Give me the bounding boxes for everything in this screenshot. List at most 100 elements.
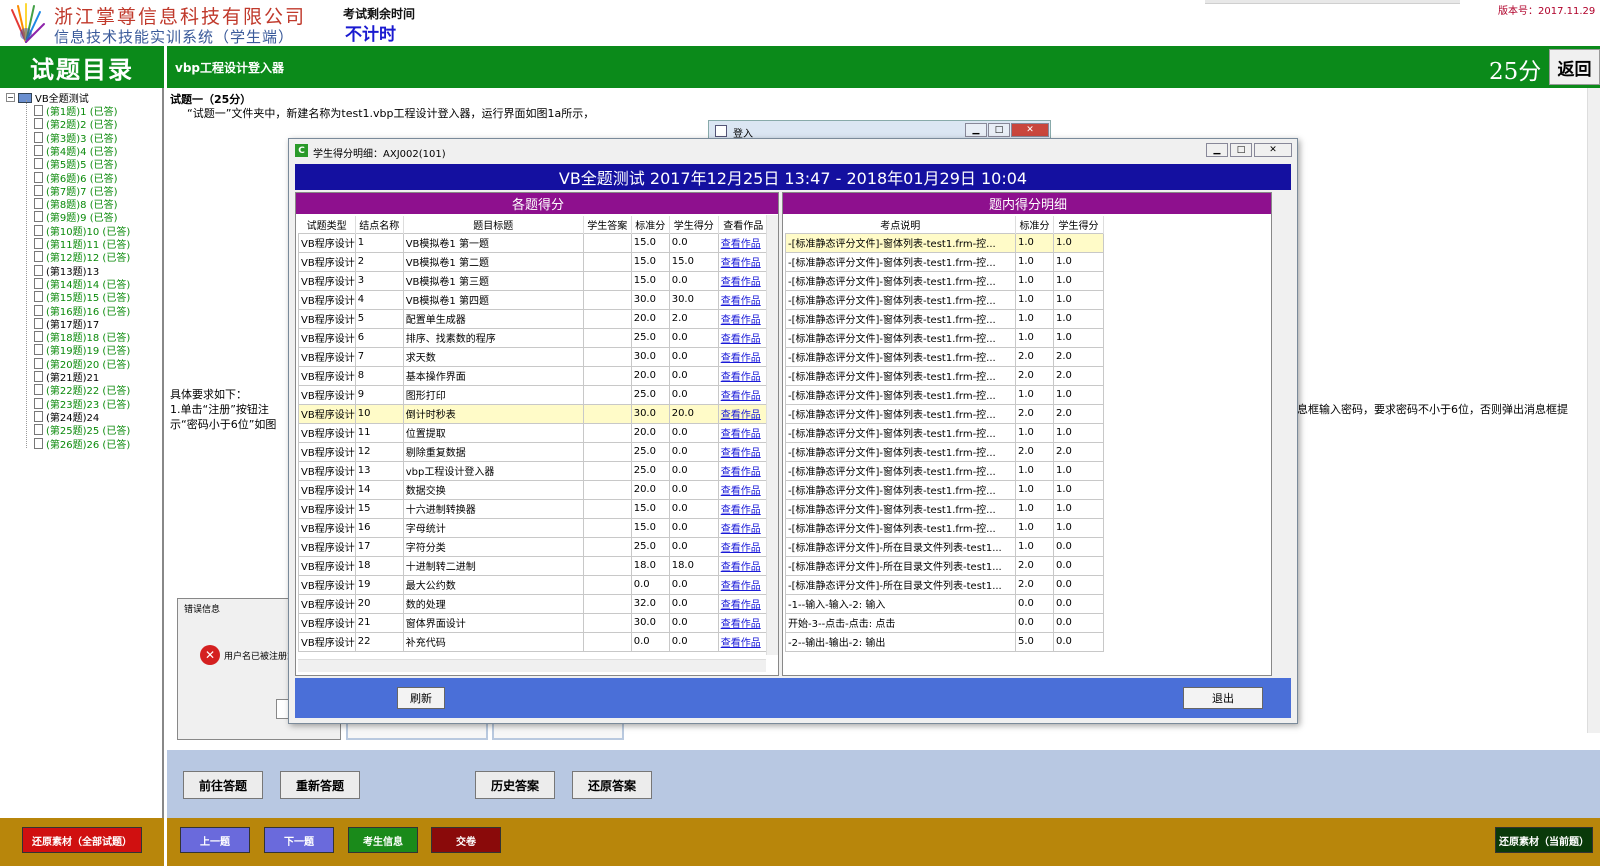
restore-current-button[interactable]: 还原素材（当前题） <box>1495 827 1593 853</box>
table-row[interactable]: -[标准静态评分文件]-窗体列表-test1.frm-控... 1.0 1.0 <box>785 251 1104 272</box>
horizontal-scrollbar[interactable] <box>298 659 766 672</box>
column-header[interactable]: 考点说明 <box>785 216 1016 233</box>
goto-answer-button[interactable]: 前往答题 <box>183 771 263 799</box>
prev-question-button[interactable]: 上一题 <box>180 827 250 853</box>
maximize-button[interactable]: □ <box>988 123 1010 137</box>
table-row[interactable]: -[标准静态评分文件]-所在目录文件列表-test1... 2.0 0.0 <box>785 574 1104 595</box>
exit-button[interactable]: 退出 <box>1183 687 1263 709</box>
table-row[interactable]: VB程序设计 7 求天数 30.0 0.0 查看作品 <box>298 346 769 367</box>
minimize-button[interactable]: ▁ <box>965 123 987 137</box>
view-work-link[interactable]: 查看作品 <box>717 517 769 538</box>
view-work-link[interactable]: 查看作品 <box>717 270 769 291</box>
column-header[interactable]: 结点名称 <box>355 216 404 233</box>
table-row[interactable]: -[标准静态评分文件]-窗体列表-test1.frm-控... 1.0 1.0 <box>785 384 1104 405</box>
table-row[interactable]: -2--输出-输出-2: 输出 5.0 0.0 <box>785 631 1104 652</box>
view-work-link[interactable]: 查看作品 <box>717 479 769 500</box>
table-row[interactable]: -[标准静态评分文件]-窗体列表-test1.frm-控... 1.0 1.0 <box>785 270 1104 291</box>
table-row[interactable]: -[标准静态评分文件]-窗体列表-test1.frm-控... 1.0 1.0 <box>785 460 1104 481</box>
table-row[interactable]: VB程序设计 5 配置单生成器 20.0 2.0 查看作品 <box>298 308 769 329</box>
tree-collapse-icon[interactable]: − <box>6 93 15 102</box>
table-row[interactable]: VB程序设计 21 窗体界面设计 30.0 0.0 查看作品 <box>298 612 769 633</box>
view-work-link[interactable]: 查看作品 <box>717 327 769 348</box>
column-header[interactable]: 题目标题 <box>403 216 584 233</box>
table-row[interactable]: VB程序设计 11 位置提取 20.0 0.0 查看作品 <box>298 422 769 443</box>
close-button[interactable]: ✕ <box>1011 123 1049 137</box>
vertical-scrollbar[interactable] <box>766 215 778 655</box>
table-row[interactable]: -[标准静态评分文件]-所在目录文件列表-test1... 2.0 0.0 <box>785 555 1104 576</box>
table-row[interactable]: VB程序设计 2 VB模拟卷1 第二题 15.0 15.0 查看作品 <box>298 251 769 272</box>
reanswer-button[interactable]: 重新答题 <box>280 771 360 799</box>
view-work-link[interactable]: 查看作品 <box>717 403 769 424</box>
table-row[interactable]: VB程序设计 18 十进制转二进制 18.0 18.0 查看作品 <box>298 555 769 576</box>
restore-all-button[interactable]: 还原素材（全部试题） <box>22 827 142 853</box>
back-button[interactable]: 返回 <box>1549 49 1600 85</box>
maximize-button[interactable]: □ <box>1230 143 1252 157</box>
view-work-link[interactable]: 查看作品 <box>717 251 769 272</box>
table-row[interactable]: VB程序设计 13 vbp工程设计登入器 25.0 0.0 查看作品 <box>298 460 769 481</box>
table-row[interactable]: -[标准静态评分文件]-窗体列表-test1.frm-控... 1.0 1.0 <box>785 232 1104 253</box>
table-row[interactable]: VB程序设计 4 VB模拟卷1 第四题 30.0 30.0 查看作品 <box>298 289 769 310</box>
table-row[interactable]: -[标准静态评分文件]-所在目录文件列表-test1... 1.0 0.0 <box>785 536 1104 557</box>
table-row[interactable]: -[标准静态评分文件]-窗体列表-test1.frm-控... 1.0 1.0 <box>785 289 1104 310</box>
table-row[interactable]: -[标准静态评分文件]-窗体列表-test1.frm-控... 1.0 1.0 <box>785 327 1104 348</box>
view-work-link[interactable]: 查看作品 <box>717 365 769 386</box>
view-work-link[interactable]: 查看作品 <box>717 460 769 481</box>
table-row[interactable]: -[标准静态评分文件]-窗体列表-test1.frm-控... 1.0 1.0 <box>785 422 1104 443</box>
table-row[interactable]: -[标准静态评分文件]-窗体列表-test1.frm-控... 2.0 2.0 <box>785 441 1104 462</box>
view-work-link[interactable]: 查看作品 <box>717 384 769 405</box>
table-row[interactable]: VB程序设计 16 字母统计 15.0 0.0 查看作品 <box>298 517 769 538</box>
table-row[interactable]: VB程序设计 20 数的处理 32.0 0.0 查看作品 <box>298 593 769 614</box>
restore-answer-button[interactable]: 还原答案 <box>572 771 652 799</box>
view-work-link[interactable]: 查看作品 <box>717 555 769 576</box>
column-header[interactable]: 查看作品 <box>718 216 769 233</box>
table-row[interactable]: VB程序设计 12 剔除重复数据 25.0 0.0 查看作品 <box>298 441 769 462</box>
table-row[interactable]: -[标准静态评分文件]-窗体列表-test1.frm-控... 1.0 1.0 <box>785 479 1104 500</box>
view-work-link[interactable]: 查看作品 <box>717 441 769 462</box>
view-work-link[interactable]: 查看作品 <box>717 612 769 633</box>
table-row[interactable]: VB程序设计 10 倒计时秒表 30.0 20.0 查看作品 <box>298 403 769 424</box>
column-header[interactable]: 标准分 <box>631 216 670 233</box>
table-row[interactable]: VB程序设计 14 数据交换 20.0 0.0 查看作品 <box>298 479 769 500</box>
view-work-link[interactable]: 查看作品 <box>717 346 769 367</box>
view-work-link[interactable]: 查看作品 <box>717 631 769 652</box>
table-row[interactable]: VB程序设计 3 VB模拟卷1 第三题 15.0 0.0 查看作品 <box>298 270 769 291</box>
table-row[interactable]: -[标准静态评分文件]-窗体列表-test1.frm-控... 1.0 1.0 <box>785 498 1104 519</box>
column-header[interactable]: 学生答案 <box>583 216 632 233</box>
table-row[interactable]: VB程序设计 9 图形打印 25.0 0.0 查看作品 <box>298 384 769 405</box>
minimize-button[interactable]: ▁ <box>1206 143 1228 157</box>
column-header[interactable]: 标准分 <box>1015 216 1054 233</box>
table-row[interactable]: VB程序设计 15 十六进制转换器 15.0 0.0 查看作品 <box>298 498 769 519</box>
next-question-button[interactable]: 下一题 <box>264 827 334 853</box>
content-scrollbar[interactable] <box>1587 88 1600 733</box>
table-row[interactable]: VB程序设计 8 基本操作界面 20.0 0.0 查看作品 <box>298 365 769 386</box>
column-header[interactable]: 试题类型 <box>298 216 356 233</box>
table-row[interactable]: -[标准静态评分文件]-窗体列表-test1.frm-控... 1.0 1.0 <box>785 517 1104 538</box>
history-answer-button[interactable]: 历史答案 <box>475 771 555 799</box>
table-row[interactable]: -1--输入-输入-2: 输入 0.0 0.0 <box>785 593 1104 614</box>
student-info-button[interactable]: 考生信息 <box>348 827 418 853</box>
table-row[interactable]: VB程序设计 6 排序、找素数的程序 25.0 0.0 查看作品 <box>298 327 769 348</box>
table-row[interactable]: VB程序设计 1 VB模拟卷1 第一题 15.0 0.0 查看作品 <box>298 232 769 253</box>
view-work-link[interactable]: 查看作品 <box>717 593 769 614</box>
tree-item[interactable]: (第26题)26 (已答) <box>34 436 130 451</box>
table-row[interactable]: VB程序设计 17 字符分类 25.0 0.0 查看作品 <box>298 536 769 557</box>
view-work-link[interactable]: 查看作品 <box>717 498 769 519</box>
column-header[interactable]: 学生得分 <box>1053 216 1104 233</box>
view-work-link[interactable]: 查看作品 <box>717 232 769 253</box>
table-row[interactable]: -[标准静态评分文件]-窗体列表-test1.frm-控... 2.0 2.0 <box>785 365 1104 386</box>
table-row[interactable]: 开始-3--点击-点击: 点击 0.0 0.0 <box>785 612 1104 633</box>
table-row[interactable]: -[标准静态评分文件]-窗体列表-test1.frm-控... 2.0 2.0 <box>785 346 1104 367</box>
view-work-link[interactable]: 查看作品 <box>717 536 769 557</box>
view-work-link[interactable]: 查看作品 <box>717 422 769 443</box>
table-row[interactable]: VB程序设计 22 补充代码 0.0 0.0 查看作品 <box>298 631 769 652</box>
view-work-link[interactable]: 查看作品 <box>717 308 769 329</box>
table-row[interactable]: VB程序设计 19 最大公约数 0.0 0.0 查看作品 <box>298 574 769 595</box>
table-row[interactable]: -[标准静态评分文件]-窗体列表-test1.frm-控... 2.0 2.0 <box>785 403 1104 424</box>
submit-exam-button[interactable]: 交卷 <box>431 827 501 853</box>
view-work-link[interactable]: 查看作品 <box>717 289 769 310</box>
column-header[interactable]: 学生得分 <box>669 216 719 233</box>
close-button[interactable]: ✕ <box>1254 143 1292 157</box>
refresh-button[interactable]: 刷新 <box>397 687 445 709</box>
table-row[interactable]: -[标准静态评分文件]-窗体列表-test1.frm-控... 1.0 1.0 <box>785 308 1104 329</box>
view-work-link[interactable]: 查看作品 <box>717 574 769 595</box>
